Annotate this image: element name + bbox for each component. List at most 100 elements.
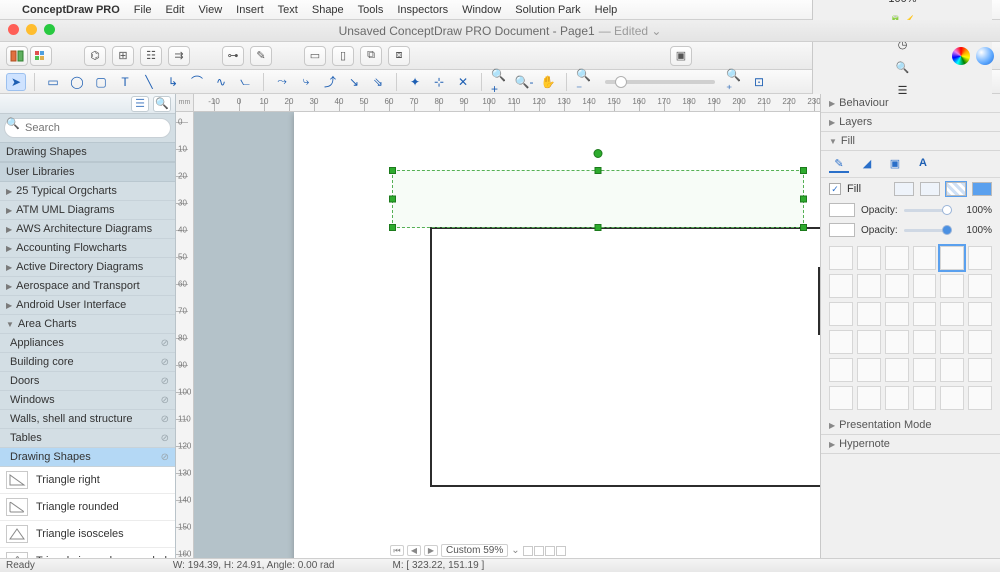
pattern-swatch-20[interactable]	[885, 330, 909, 354]
status-search-icon[interactable]: 🔍	[896, 61, 910, 74]
pattern-swatch-15[interactable]	[913, 302, 937, 326]
hierarchy-tool[interactable]: ☷	[140, 46, 162, 66]
menu-solution-park[interactable]: Solution Park	[515, 4, 580, 16]
accordion-hypernote[interactable]: ▶Hypernote	[821, 435, 1000, 454]
pattern-swatch-16[interactable]	[940, 302, 964, 326]
library-list-view[interactable]: ☰	[131, 96, 149, 112]
zoom-fit-btn[interactable]: ⊡	[749, 73, 769, 91]
accordion-behaviour[interactable]: ▶Behaviour	[821, 94, 1000, 113]
app-menu[interactable]: ConceptDraw PRO	[22, 4, 120, 16]
menu-view[interactable]: View	[199, 4, 223, 16]
view-mode-3[interactable]	[545, 546, 555, 556]
menu-help[interactable]: Help	[595, 4, 618, 16]
cat-aerospace[interactable]: ▶Aerospace and Transport	[0, 277, 175, 296]
pattern-swatch-1[interactable]	[857, 246, 881, 270]
resize-handle-ne[interactable]	[800, 167, 807, 174]
pattern-swatch-30[interactable]	[829, 386, 853, 410]
menu-text[interactable]: Text	[278, 4, 298, 16]
rect-tool[interactable]: ▭	[43, 73, 63, 91]
pattern-swatch-31[interactable]	[857, 386, 881, 410]
pattern-swatch-22[interactable]	[940, 330, 964, 354]
sub-doors[interactable]: Doors⊘	[0, 372, 175, 391]
smart-connect-3[interactable]: ⤴	[320, 73, 340, 91]
opacity-slider-1[interactable]	[904, 209, 952, 212]
pattern-swatch-14[interactable]	[885, 302, 909, 326]
cat-atm-uml[interactable]: ▶ATM UML Diagrams	[0, 201, 175, 220]
floorplan-shape[interactable]	[430, 227, 820, 487]
spline-tool[interactable]: ∿	[211, 73, 231, 91]
cat-android-ui[interactable]: ▶Android User Interface	[0, 296, 175, 315]
gradient-preset-4[interactable]	[972, 182, 992, 196]
cat-accounting[interactable]: ▶Accounting Flowcharts	[0, 239, 175, 258]
ruler-vertical[interactable]: 0102030405060708090100110120130140150160	[176, 112, 194, 558]
sub-windows[interactable]: Windows⊘	[0, 391, 175, 410]
palette-toggle[interactable]	[30, 46, 52, 66]
cat-area-charts[interactable]: ▼Area Charts	[0, 315, 175, 334]
pattern-swatch-4[interactable]	[940, 246, 964, 270]
opacity-slider-2[interactable]	[904, 229, 952, 232]
accordion-layers[interactable]: ▶Layers	[821, 113, 1000, 132]
menu-window[interactable]: Window	[462, 4, 501, 16]
smart-connect-4[interactable]: ↘	[344, 73, 364, 91]
zoom-button[interactable]	[44, 24, 55, 35]
connection-point-tool[interactable]: ✕	[453, 73, 473, 91]
shape-triangle-right[interactable]: Triangle right	[0, 467, 175, 494]
smart-connect-1[interactable]: ⤳	[272, 73, 292, 91]
zoom-in-btn[interactable]: 🔍⁺	[725, 73, 745, 91]
sub-building-core[interactable]: Building core⊘	[0, 353, 175, 372]
minimize-button[interactable]	[26, 24, 37, 35]
pattern-swatch-25[interactable]	[857, 358, 881, 382]
selected-rectangle-shape[interactable]	[392, 170, 804, 228]
library-toggle[interactable]	[6, 46, 28, 66]
menu-inspectors[interactable]: Inspectors	[397, 4, 448, 16]
cat-aws[interactable]: ▶AWS Architecture Diagrams	[0, 220, 175, 239]
pan-tool[interactable]: ✋	[538, 73, 558, 91]
sub-drawing-shapes[interactable]: Drawing Shapes⊘	[0, 448, 175, 467]
sub-walls[interactable]: Walls, shell and structure⊘	[0, 410, 175, 429]
pattern-swatch-10[interactable]	[940, 274, 964, 298]
pattern-swatch-12[interactable]	[829, 302, 853, 326]
library-head-drawing-shapes[interactable]: Drawing Shapes	[0, 142, 175, 162]
snap-tool[interactable]: ⊹	[429, 73, 449, 91]
pattern-swatch-9[interactable]	[913, 274, 937, 298]
group-tool[interactable]: ⧉	[360, 46, 382, 66]
pattern-swatch-19[interactable]	[857, 330, 881, 354]
pattern-swatch-32[interactable]	[885, 386, 909, 410]
view-mode-1[interactable]	[523, 546, 533, 556]
menu-edit[interactable]: Edit	[166, 4, 185, 16]
presentation-tool[interactable]: ▣	[670, 46, 692, 66]
pattern-swatch-0[interactable]	[829, 246, 853, 270]
rotation-handle[interactable]	[594, 149, 603, 158]
page-prev[interactable]: ◀	[407, 545, 421, 556]
view-mode-4[interactable]	[556, 546, 566, 556]
library-search-input[interactable]	[4, 118, 171, 138]
cat-active-directory[interactable]: ▶Active Directory Diagrams	[0, 258, 175, 277]
tree-tool[interactable]: ⌬	[84, 46, 106, 66]
resize-handle-n[interactable]	[595, 167, 602, 174]
accordion-fill[interactable]: ▼Fill	[821, 132, 1000, 151]
drawing-canvas[interactable]	[194, 112, 820, 558]
pattern-swatch-23[interactable]	[968, 330, 992, 354]
zoom-dropdown-icon[interactable]: ⌄	[511, 545, 519, 556]
pattern-swatch-34[interactable]	[940, 386, 964, 410]
pattern-swatch-33[interactable]	[913, 386, 937, 410]
gradient-preset-2[interactable]	[920, 182, 940, 196]
menu-insert[interactable]: Insert	[236, 4, 264, 16]
resize-handle-nw[interactable]	[389, 167, 396, 174]
zoom-in-tool[interactable]: 🔍+	[490, 73, 510, 91]
zoom-readout[interactable]: Custom 59%	[441, 544, 508, 557]
page-next[interactable]: ▶	[424, 545, 438, 556]
resize-handle-se[interactable]	[800, 224, 807, 231]
library-search-view[interactable]: 🔍	[153, 96, 171, 112]
pointer-tool[interactable]: ➤	[6, 73, 26, 91]
arc-tool[interactable]: ⌒	[187, 73, 207, 91]
info-button[interactable]	[976, 47, 994, 65]
fill-tab-solid[interactable]: ✎	[829, 155, 849, 173]
shape-triangle-rounded[interactable]: Triangle rounded	[0, 494, 175, 521]
orgchart-tool[interactable]: ⊞	[112, 46, 134, 66]
sub-appliances[interactable]: Appliances⊘	[0, 334, 175, 353]
connector-tool[interactable]: ↳	[163, 73, 183, 91]
pattern-swatch-29[interactable]	[968, 358, 992, 382]
fill-color-well-1[interactable]	[829, 203, 855, 217]
ruler-unit[interactable]: mm	[176, 94, 194, 112]
